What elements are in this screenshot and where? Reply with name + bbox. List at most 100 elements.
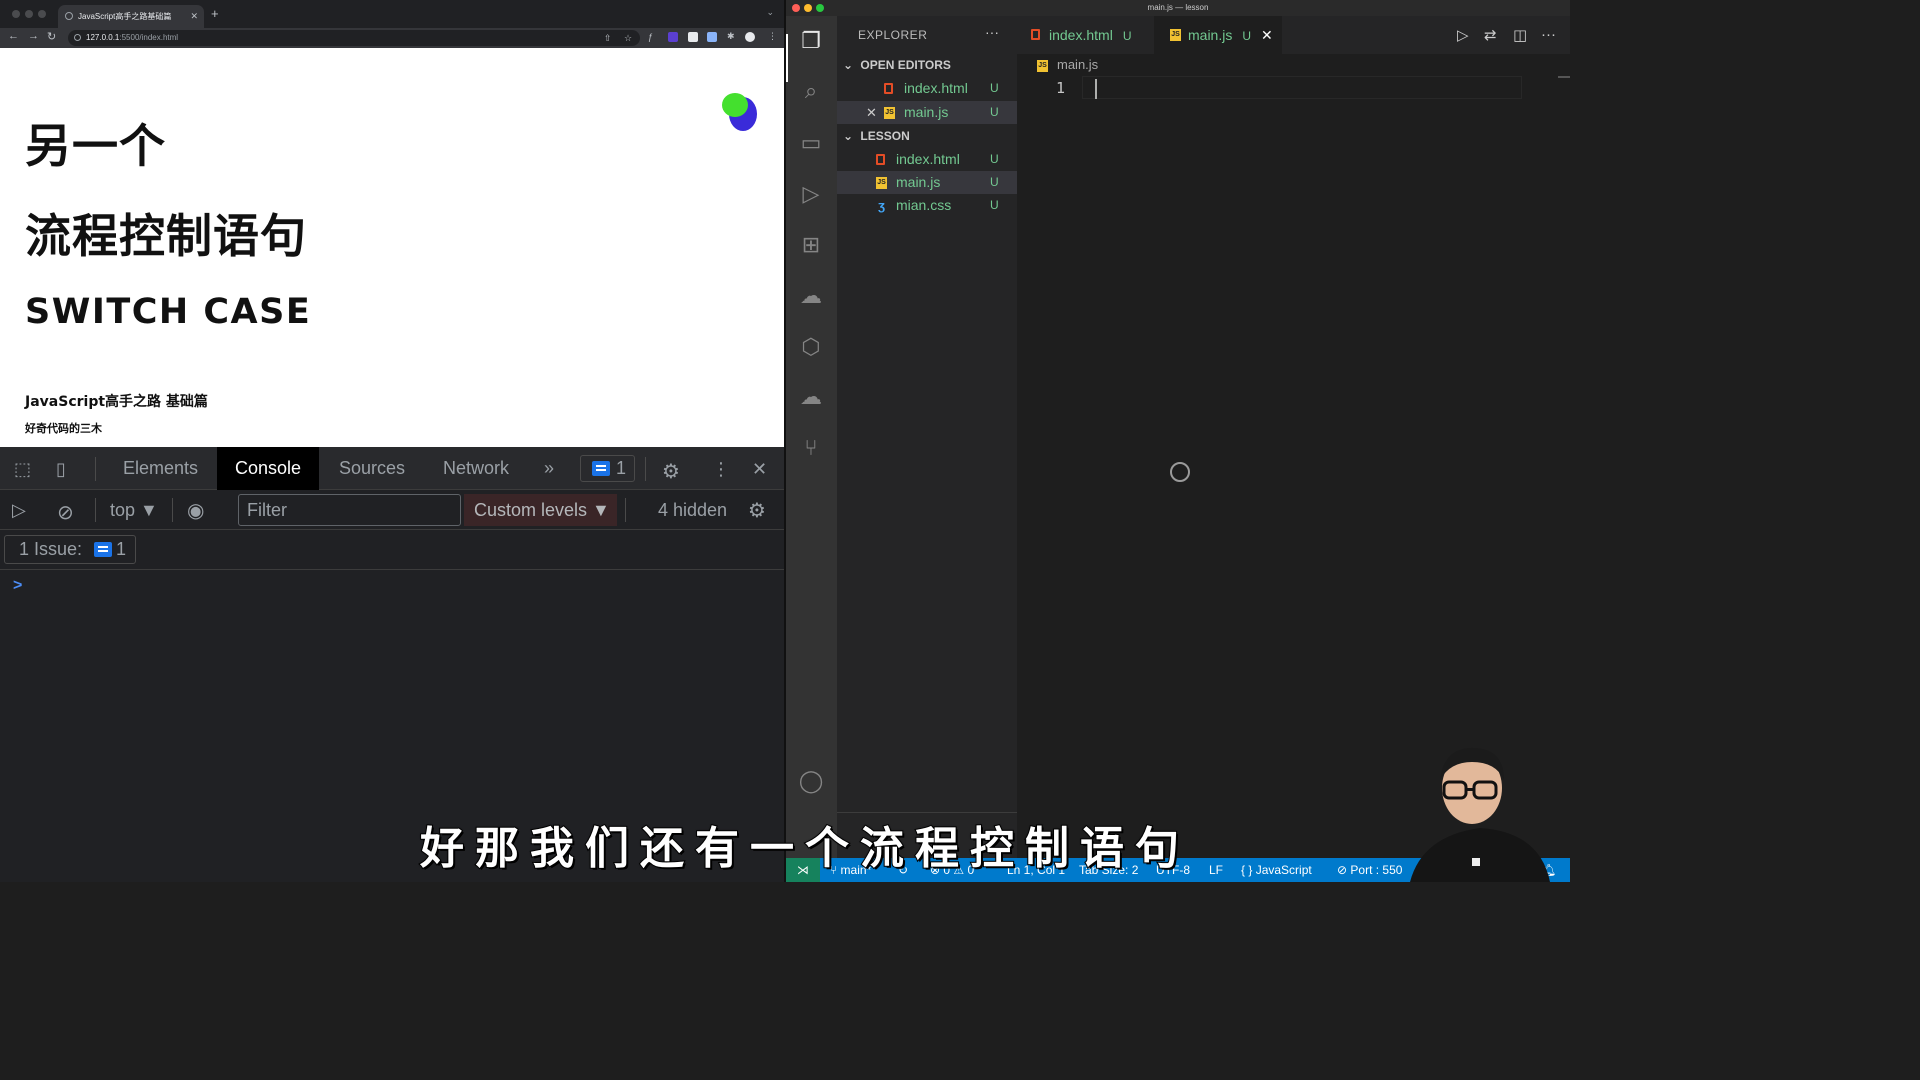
forward-icon[interactable]: → [28,30,39,42]
more-tabs-button[interactable]: » [526,447,572,490]
reload-icon[interactable]: ↻ [47,30,56,43]
extension-icon[interactable] [668,32,678,42]
js-file-icon: JS [1037,60,1048,72]
close-tab-icon[interactable]: ✕ [190,5,198,28]
notion-extension-icon[interactable] [688,32,698,42]
more-actions-icon[interactable]: ··· [1541,26,1556,43]
cloud-icon[interactable]: ☁ [798,384,824,410]
close-tab-icon[interactable]: ✕ [1261,27,1273,43]
tab-main-js[interactable]: JS main.js U ✕ [1154,16,1282,54]
menu-kebab-icon[interactable]: ⋮ [768,31,777,42]
file-item[interactable]: index.html U [837,148,1017,171]
hidden-messages-count: 4 hidden [658,500,728,520]
page-heading-1: 另一个 [25,119,166,173]
css-file-icon: ʒ [878,198,885,213]
tab-console[interactable]: Console [217,447,320,490]
console-prompt-icon[interactable]: > [13,577,22,595]
issues-counter-button[interactable]: 1 [580,455,635,482]
web-page: 另一个 流程控制语句 SWITCH CASE JavaScript高手之路 基础… [0,48,784,447]
issues-label: 1 Issue: [19,539,83,559]
source-control-graph-icon[interactable]: ⑂ [798,435,824,461]
explorer-files-icon[interactable]: ❐ [798,28,824,54]
bookmark-star-icon[interactable]: ☆ [624,30,632,46]
testing-icon[interactable]: ⬡ [798,334,824,360]
file-item[interactable]: ʒ mian.css U [837,194,1017,217]
tab-network[interactable]: Network [425,447,527,490]
issues-link[interactable]: 1 Issue: 1 [4,535,136,564]
explorer-more-icon[interactable]: ··· [985,24,999,40]
browser-tab[interactable]: JavaScript高手之路基础篇 ✕ [58,5,204,28]
close-devtools-icon[interactable]: ✕ [752,459,767,480]
text-cursor[interactable] [1095,79,1097,99]
open-editors-header[interactable]: ⌄ OPEN EDITORS [843,58,951,72]
js-file-icon: JS [884,107,895,119]
globe-icon [65,12,73,20]
docker-icon[interactable]: ☁ [798,283,824,309]
console-filter-input[interactable]: Filter [238,494,461,526]
console-settings-gear-icon[interactable]: ⚙ [748,498,766,523]
open-changes-icon[interactable]: ⇄ [1484,26,1497,44]
devtools-tabbar: ⬚ ▯ Elements Console Sources Network » 1… [0,447,784,490]
html-file-icon [876,154,885,165]
tab-index-html[interactable]: index.html U [1017,16,1154,54]
extension-icon[interactable] [707,32,717,42]
open-editor-item[interactable]: index.html U [837,77,1017,100]
run-debug-icon[interactable]: ▷ [798,181,824,207]
search-icon[interactable]: ⌕ [798,78,824,104]
log-levels-dropdown[interactable]: Custom levels ▼ [464,494,617,526]
js-file-icon: JS [876,177,887,189]
sidebar-toggle-icon[interactable]: ▷ [12,500,26,521]
share-icon[interactable]: ⇧ [604,30,612,46]
tab-sources[interactable]: Sources [321,447,423,490]
puzzle-extensions-icon[interactable]: ✱ [727,31,735,42]
window-zoom-dot[interactable] [38,10,46,18]
console-toolbar: ▷ ⊘ top ▼ ◉ Filter Custom levels ▼ 4 hid… [0,490,784,530]
issue-icon [592,461,610,476]
site-info-icon[interactable] [74,34,81,41]
mac-zoom-dot[interactable] [816,4,824,12]
back-icon[interactable]: ← [8,30,19,42]
settings-gear-icon[interactable]: ⚙ [662,459,680,484]
new-tab-button[interactable]: + [211,6,219,21]
mac-minimize-dot[interactable] [804,4,812,12]
html-file-icon [884,83,893,94]
breadcrumb[interactable]: JS main.js [1017,54,1570,76]
folder-header[interactable]: ⌄ LESSON [843,129,910,143]
presenter-webcam [1400,740,1568,882]
file-item[interactable]: JS main.js U [837,171,1017,194]
account-icon[interactable]: ◯ [798,768,824,794]
window-close-dot[interactable] [12,10,20,18]
clear-console-icon[interactable]: ⊘ [57,500,74,525]
mac-close-dot[interactable] [792,4,800,12]
open-editor-item[interactable]: ✕ JS main.js U [837,101,1017,124]
extensions-icon[interactable]: ⊞ [798,232,824,258]
issues-count: 1 [616,458,627,478]
url-host: 127.0.0.1 [86,33,120,42]
inspect-element-icon[interactable]: ⬚ [14,459,31,480]
current-line-highlight [1082,76,1522,99]
live-server-port[interactable]: ⊘ Port : 550 [1337,858,1402,882]
extension-icon[interactable]: ƒ [648,32,658,42]
run-icon[interactable]: ▷ [1457,26,1469,44]
customize-kebab-icon[interactable]: ⋮ [712,459,730,480]
course-title: JavaScript高手之路 基础篇 [25,394,208,410]
tab-search-icon[interactable]: ⌄ [766,7,774,18]
activity-bar: ❐ ⌕ ▭ ▷ ⊞ ☁ ⬡ ☁ ⑂ ◯ [786,16,837,858]
profile-avatar[interactable] [745,32,755,42]
context-select[interactable]: top ▼ [110,500,158,521]
split-editor-icon[interactable]: ◫ [1513,26,1527,44]
minimap[interactable] [1558,76,1570,78]
browser-tab-strip: JavaScript高手之路基础篇 ✕ + ⌄ [0,0,784,28]
close-editor-icon[interactable]: ✕ [866,101,877,124]
blob-logo-icon [722,93,757,131]
line-ending[interactable]: LF [1209,858,1223,882]
address-bar[interactable]: 127.0.0.1:5500/index.html ⇧ ☆ [68,30,640,46]
tab-elements[interactable]: Elements [105,447,216,490]
language-mode[interactable]: { } JavaScript [1241,858,1312,882]
window-minimize-dot[interactable] [25,10,33,18]
remote-explorer-icon[interactable]: ▭ [798,130,824,156]
line-number: 1 [1056,79,1066,97]
live-expression-eye-icon[interactable]: ◉ [187,498,204,523]
device-toolbar-icon[interactable]: ▯ [56,459,66,480]
explorer-title: EXPLORER [858,28,928,42]
